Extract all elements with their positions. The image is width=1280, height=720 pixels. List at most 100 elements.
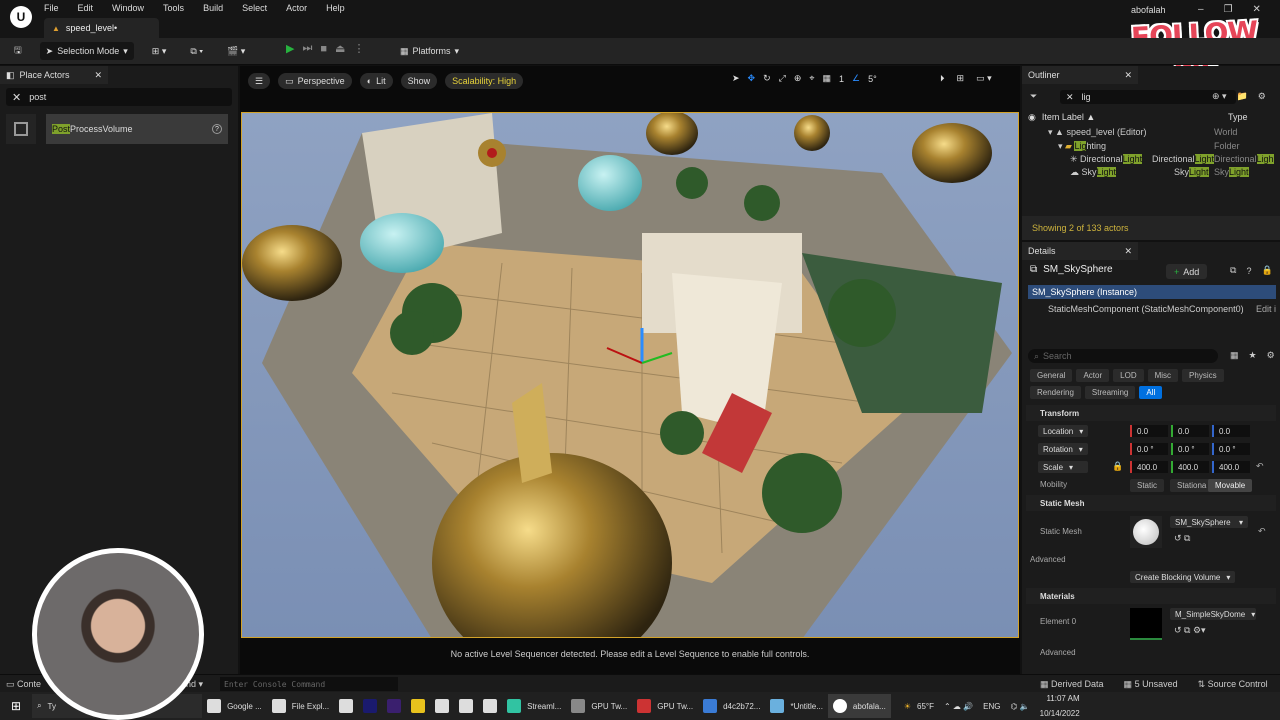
rotation-x[interactable]: 0.0 ° bbox=[1130, 443, 1168, 455]
help-icon[interactable]: ? bbox=[1246, 266, 1251, 276]
clear-search-icon[interactable]: ✕ bbox=[1066, 92, 1074, 103]
materials-section-header[interactable]: Materials bbox=[1026, 588, 1276, 604]
cat-actor[interactable]: Actor bbox=[1076, 369, 1110, 382]
more-icon[interactable]: ⋮ bbox=[353, 42, 364, 55]
surface-snap-icon[interactable]: ⌖ bbox=[809, 73, 814, 84]
edit-component-link[interactable]: Edit i bbox=[1256, 304, 1276, 314]
cat-misc[interactable]: Misc bbox=[1147, 369, 1179, 382]
grid-value[interactable]: 1 bbox=[839, 74, 844, 84]
browse-asset-icon[interactable]: ↺ ⧉ bbox=[1174, 533, 1190, 544]
windows-start-icon[interactable]: ⊞ bbox=[6, 694, 26, 718]
taskbar-file-explorer[interactable]: File Expl... bbox=[267, 694, 334, 718]
minimize-icon[interactable]: – bbox=[1198, 4, 1204, 15]
blueprint-button[interactable]: ⧉ ▾ bbox=[184, 42, 209, 60]
reset-icon[interactable]: ↶ bbox=[1256, 461, 1264, 472]
lock-scale-icon[interactable]: 🔒 bbox=[1112, 461, 1123, 472]
taskbar-premiere[interactable] bbox=[358, 694, 382, 718]
tree-row-lighting-folder[interactable]: ▾ ▰ Lighting Folder bbox=[1022, 141, 1280, 154]
filter-icon[interactable]: ⏷ bbox=[1030, 91, 1037, 102]
menu-actor[interactable]: Actor bbox=[286, 3, 307, 13]
derived-data-button[interactable]: ▦ Derived Data bbox=[1040, 679, 1104, 690]
reset-icon[interactable]: ↶ bbox=[1258, 526, 1266, 537]
cat-lod[interactable]: LOD bbox=[1113, 369, 1144, 382]
cat-streaming[interactable]: Streaming bbox=[1084, 386, 1136, 399]
blueprint-icon[interactable]: ⧉ bbox=[1230, 265, 1236, 276]
perspective-button[interactable]: ▭ Perspective bbox=[278, 73, 352, 89]
place-actors-search[interactable]: ✕ post bbox=[6, 88, 232, 106]
component-row[interactable]: StaticMeshComponent (StaticMeshComponent… bbox=[1028, 302, 1276, 316]
menu-help[interactable]: Help bbox=[326, 3, 345, 13]
lock-icon[interactable]: 🔒 bbox=[1261, 265, 1272, 276]
world-space-icon[interactable]: ⊕ bbox=[794, 73, 802, 84]
outliner-search[interactable]: ✕ lig bbox=[1060, 90, 1236, 104]
material-actions-icon[interactable]: ↺ ⧉ ⚙▾ bbox=[1174, 625, 1206, 636]
static-mesh-advanced[interactable]: Advanced bbox=[1030, 555, 1066, 564]
mobility-movable[interactable]: Movable bbox=[1208, 479, 1253, 492]
location-x[interactable]: 0.0 bbox=[1130, 425, 1168, 437]
stop-icon[interactable]: ■ bbox=[320, 43, 327, 55]
taskbar-unreal[interactable]: abofala... bbox=[827, 694, 891, 718]
selection-mode-button[interactable]: ➤ Selection Mode ▾ bbox=[39, 42, 134, 60]
scale-y[interactable]: 400.0 bbox=[1171, 461, 1209, 473]
viewport-scene[interactable] bbox=[241, 112, 1019, 638]
place-actors-tab[interactable]: ◧ Place Actors ✕ bbox=[0, 66, 108, 84]
clock[interactable]: 11:07 AM 10/14/2022 bbox=[1035, 694, 1085, 718]
add-filter-icon[interactable]: ⊕ ▾ bbox=[1212, 91, 1227, 102]
taskbar-gpu-1[interactable]: GPU Tw... bbox=[566, 694, 632, 718]
col-item-label[interactable]: Item Label ▲ bbox=[1042, 112, 1095, 122]
location-z[interactable]: 0.0 bbox=[1212, 425, 1250, 437]
play-icon[interactable]: ▶ bbox=[286, 42, 294, 55]
taskbar-doc-3[interactable] bbox=[454, 694, 478, 718]
lit-button[interactable]: ◐ Lit bbox=[359, 73, 393, 89]
taskbar-media-encoder[interactable] bbox=[382, 694, 406, 718]
menu-select[interactable]: Select bbox=[242, 3, 267, 13]
details-search[interactable]: ⌕ Search bbox=[1028, 349, 1218, 363]
transform-section-header[interactable]: Transform bbox=[1026, 405, 1276, 421]
material-thumbnail[interactable] bbox=[1130, 608, 1162, 640]
tray-icons[interactable]: ⌃ ☁ 🔊 bbox=[939, 694, 978, 718]
taskbar-doc-4[interactable] bbox=[478, 694, 502, 718]
menu-build[interactable]: Build bbox=[203, 3, 223, 13]
scale-x[interactable]: 400.0 bbox=[1130, 461, 1168, 473]
rotation-dropdown[interactable]: Rotation ▾ bbox=[1038, 443, 1088, 455]
scale-z[interactable]: 400.0 bbox=[1212, 461, 1250, 473]
cinematics-button[interactable]: 🎬 ▾ bbox=[221, 42, 251, 60]
taskbar-app-doc[interactable] bbox=[334, 694, 358, 718]
menu-edit[interactable]: Edit bbox=[78, 3, 94, 13]
add-component-button[interactable]: + Add bbox=[1166, 264, 1208, 279]
tree-row-sky-light[interactable]: ☁ SkyLight SkyLight SkyLight bbox=[1022, 167, 1280, 180]
show-button[interactable]: Show bbox=[400, 73, 438, 89]
grid-view-icon[interactable]: ▦ bbox=[1230, 350, 1239, 361]
close-tab-icon[interactable]: ✕ bbox=[1124, 246, 1132, 257]
col-type[interactable]: Type bbox=[1228, 112, 1248, 122]
level-tab[interactable]: ▲ speed_level• bbox=[44, 18, 159, 38]
close-icon[interactable]: ✕ bbox=[1253, 4, 1261, 15]
create-blocking-volume-button[interactable]: Create Blocking Volume ▾ bbox=[1130, 571, 1236, 583]
location-y[interactable]: 0.0 bbox=[1171, 425, 1209, 437]
translate-tool-icon[interactable]: ✥ bbox=[748, 73, 756, 84]
content-drawer-button[interactable]: ▭ Conte bbox=[6, 679, 41, 690]
taskbar-chrome[interactable]: Google ... bbox=[202, 694, 267, 718]
rotation-y[interactable]: 0.0 ° bbox=[1171, 443, 1209, 455]
rotation-z[interactable]: 0.0 ° bbox=[1212, 443, 1250, 455]
cat-rendering[interactable]: Rendering bbox=[1030, 386, 1081, 399]
cat-general[interactable]: General bbox=[1030, 369, 1073, 382]
clear-search-icon[interactable]: ✕ bbox=[12, 91, 21, 104]
static-mesh-dropdown[interactable]: SM_SkySphere ▾ bbox=[1170, 516, 1248, 528]
close-tab-icon[interactable]: ✕ bbox=[94, 70, 102, 81]
eject-icon[interactable]: ⏏ bbox=[335, 42, 345, 55]
folder-icon[interactable]: 📁 bbox=[1237, 91, 1248, 102]
grid-snap-icon[interactable]: ▦ bbox=[822, 73, 831, 84]
angle-snap-icon[interactable]: ∠ bbox=[852, 73, 860, 84]
unsaved-button[interactable]: ▦ 5 Unsaved bbox=[1124, 679, 1178, 690]
static-mesh-thumbnail[interactable] bbox=[1130, 516, 1162, 548]
maximize-icon[interactable]: ❐ bbox=[1224, 4, 1233, 15]
rotate-tool-icon[interactable]: ↻ bbox=[763, 73, 771, 84]
post-process-volume-item[interactable]: PostProcessVolume ? bbox=[6, 114, 228, 144]
settings-icon[interactable]: ⚙ bbox=[1267, 350, 1275, 361]
weather-widget[interactable]: ☀ 65°F bbox=[899, 694, 939, 718]
material-dropdown[interactable]: M_SimpleSkyDome ▾ bbox=[1170, 608, 1256, 620]
taskbar-doc-2[interactable] bbox=[430, 694, 454, 718]
camera-speed-icon[interactable]: ⏵ bbox=[940, 73, 945, 84]
level-viewport[interactable]: ☰ ▭ Perspective ◐ Lit Show Scalability: Hi… bbox=[240, 66, 1020, 674]
